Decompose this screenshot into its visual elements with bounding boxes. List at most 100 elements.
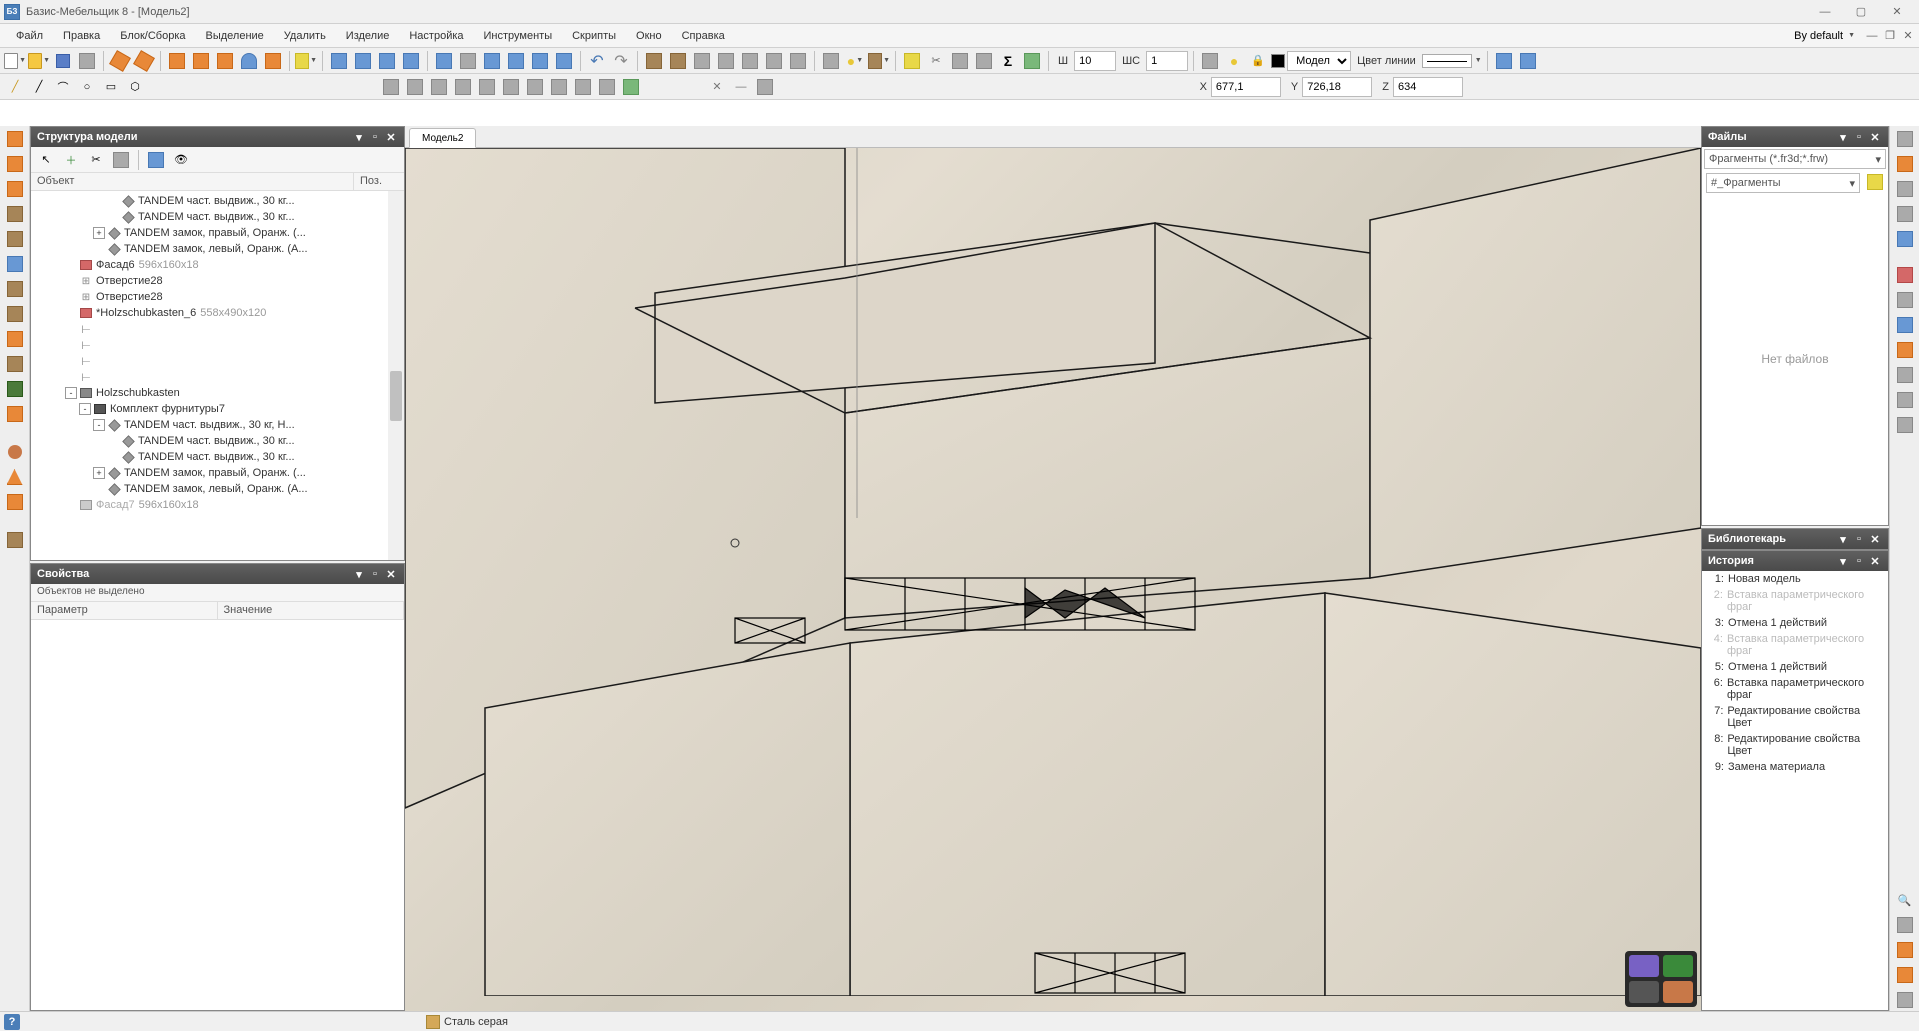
side-panel-4[interactable] xyxy=(4,203,26,225)
side-panel-12[interactable] xyxy=(4,403,26,425)
panel-max-button[interactable]: ▫ xyxy=(1852,532,1866,546)
open-button[interactable]: ▼ xyxy=(28,50,50,72)
rside-orbit[interactable] xyxy=(1894,939,1916,961)
tree-row[interactable]: TANDEM част. выдвиж., 30 кг... xyxy=(31,449,404,465)
tree-expand-button[interactable]: - xyxy=(79,403,91,415)
panel-max-button[interactable]: ▫ xyxy=(1852,554,1866,568)
rside-search[interactable]: 🔍 xyxy=(1894,889,1916,911)
struct-eye[interactable]: 👁 xyxy=(170,149,192,171)
tree-scrollbar[interactable] xyxy=(388,191,404,560)
mat-2-button[interactable] xyxy=(667,50,689,72)
snap-grid-button[interactable] xyxy=(190,50,212,72)
z-input[interactable] xyxy=(1393,77,1463,97)
sum-button[interactable]: Σ xyxy=(997,50,1019,72)
rside-6[interactable] xyxy=(1894,264,1916,286)
tree-row[interactable]: -Комплект фурнитуры7 xyxy=(31,401,404,417)
menu-edit[interactable]: Правка xyxy=(53,24,110,47)
menu-help[interactable]: Справка xyxy=(672,24,735,47)
panel-close-button[interactable]: ✕ xyxy=(384,130,398,144)
tree-row[interactable]: TANDEM част. выдвиж., 30 кг... xyxy=(31,433,404,449)
col-object[interactable]: Объект xyxy=(31,173,354,190)
cut-button[interactable]: ✂ xyxy=(925,50,947,72)
librarian-header[interactable]: Библиотекарь ▾ ▫ ✕ xyxy=(1702,529,1888,549)
side-panel-5[interactable] xyxy=(4,228,26,250)
edit-2-button[interactable] xyxy=(404,76,426,98)
calendar-button[interactable] xyxy=(949,50,971,72)
tree-row[interactable]: -Holzschubkasten xyxy=(31,385,404,401)
scroll-thumb[interactable] xyxy=(390,371,402,421)
menu-selection[interactable]: Выделение xyxy=(196,24,274,47)
rside-3[interactable] xyxy=(1894,178,1916,200)
side-sphere[interactable] xyxy=(4,441,26,463)
group-button[interactable] xyxy=(548,76,570,98)
menu-tools[interactable]: Инструменты xyxy=(474,24,563,47)
panel-close-button[interactable]: ✕ xyxy=(1868,130,1882,144)
tree-row[interactable]: -TANDEM част. выдвиж., 30 кг, Н... xyxy=(31,417,404,433)
width-input[interactable] xyxy=(1074,51,1116,71)
doc-close-button[interactable]: ✕ xyxy=(1901,29,1915,43)
rside-12[interactable] xyxy=(1894,414,1916,436)
mat-6-button[interactable] xyxy=(763,50,785,72)
tree-row[interactable]: ⊢ xyxy=(31,321,404,337)
rside-4[interactable] xyxy=(1894,203,1916,225)
mat-1-button[interactable] xyxy=(643,50,665,72)
rside-1[interactable] xyxy=(1894,128,1916,150)
select-all-button[interactable] xyxy=(352,50,374,72)
struct-cursor[interactable]: ↖ xyxy=(35,149,57,171)
tree-expand-button[interactable]: + xyxy=(93,227,105,239)
tray-viber-icon[interactable] xyxy=(1629,955,1659,977)
rside-5[interactable] xyxy=(1894,228,1916,250)
rside-view[interactable] xyxy=(1894,989,1916,1011)
doc-minimize-button[interactable]: — xyxy=(1865,29,1879,43)
box-tex-button[interactable] xyxy=(505,50,527,72)
camera-button[interactable] xyxy=(820,50,842,72)
files-folder-dropdown[interactable]: #_Фрагменты ▾ xyxy=(1706,173,1860,193)
struct-refresh[interactable] xyxy=(145,149,167,171)
default-dropdown[interactable]: By default ▼ xyxy=(1788,30,1861,42)
lock-button[interactable]: 🔒 xyxy=(1247,50,1269,72)
panel-max-button[interactable]: ▫ xyxy=(368,130,382,144)
side-panel-11[interactable] xyxy=(4,378,26,400)
dim-3-button[interactable] xyxy=(754,76,776,98)
menu-block-assembly[interactable]: Блок/Сборка xyxy=(110,24,195,47)
key-button[interactable]: ▼ xyxy=(295,50,317,72)
snap-curve-button[interactable] xyxy=(214,50,236,72)
history-item[interactable]: 4:Вставка параметрического фраг xyxy=(1702,631,1888,659)
grid-view-button[interactable] xyxy=(1493,50,1515,72)
mat-4-button[interactable] xyxy=(715,50,737,72)
rside-8[interactable] xyxy=(1894,314,1916,336)
close-button[interactable]: ✕ xyxy=(1887,4,1907,20)
minimize-button[interactable]: — xyxy=(1815,4,1835,20)
history-item[interactable]: 9:Замена материала xyxy=(1702,759,1888,775)
box-front-button[interactable] xyxy=(481,50,503,72)
col-value[interactable]: Значение xyxy=(218,602,405,619)
rside-9[interactable] xyxy=(1894,339,1916,361)
tree-expand-button[interactable]: - xyxy=(65,387,77,399)
redo-button[interactable]: ↷ xyxy=(610,50,632,72)
hex-1-button[interactable] xyxy=(109,50,131,72)
side-panel-9[interactable] xyxy=(4,328,26,350)
mat-5-button[interactable] xyxy=(739,50,761,72)
array-button[interactable] xyxy=(476,76,498,98)
tree-row[interactable]: TANDEM част. выдвиж., 30 кг... xyxy=(31,209,404,225)
rside-7[interactable] xyxy=(1894,289,1916,311)
mat-7-button[interactable] xyxy=(787,50,809,72)
tree-row[interactable]: ⊢ xyxy=(31,353,404,369)
rside-2[interactable] xyxy=(1894,153,1916,175)
snap-endpoint-button[interactable] xyxy=(166,50,188,72)
distribute-button[interactable] xyxy=(524,76,546,98)
width2-input[interactable] xyxy=(1146,51,1188,71)
align-button[interactable] xyxy=(500,76,522,98)
rside-11[interactable] xyxy=(1894,389,1916,411)
line-preview[interactable] xyxy=(1422,54,1472,68)
tree-row[interactable]: ⊞Отверстие28 xyxy=(31,273,404,289)
mat-3-button[interactable] xyxy=(691,50,713,72)
tree-row[interactable]: Фасад7596x160x18 xyxy=(31,497,404,513)
viewport-3d[interactable] xyxy=(405,148,1701,1011)
flag-button[interactable] xyxy=(620,76,642,98)
y-input[interactable] xyxy=(1302,77,1372,97)
struct-cut[interactable]: ✂ xyxy=(85,149,107,171)
select-poly-button[interactable] xyxy=(376,50,398,72)
edit-1-button[interactable] xyxy=(380,76,402,98)
history-item[interactable]: 5:Отмена 1 действий xyxy=(1702,659,1888,675)
